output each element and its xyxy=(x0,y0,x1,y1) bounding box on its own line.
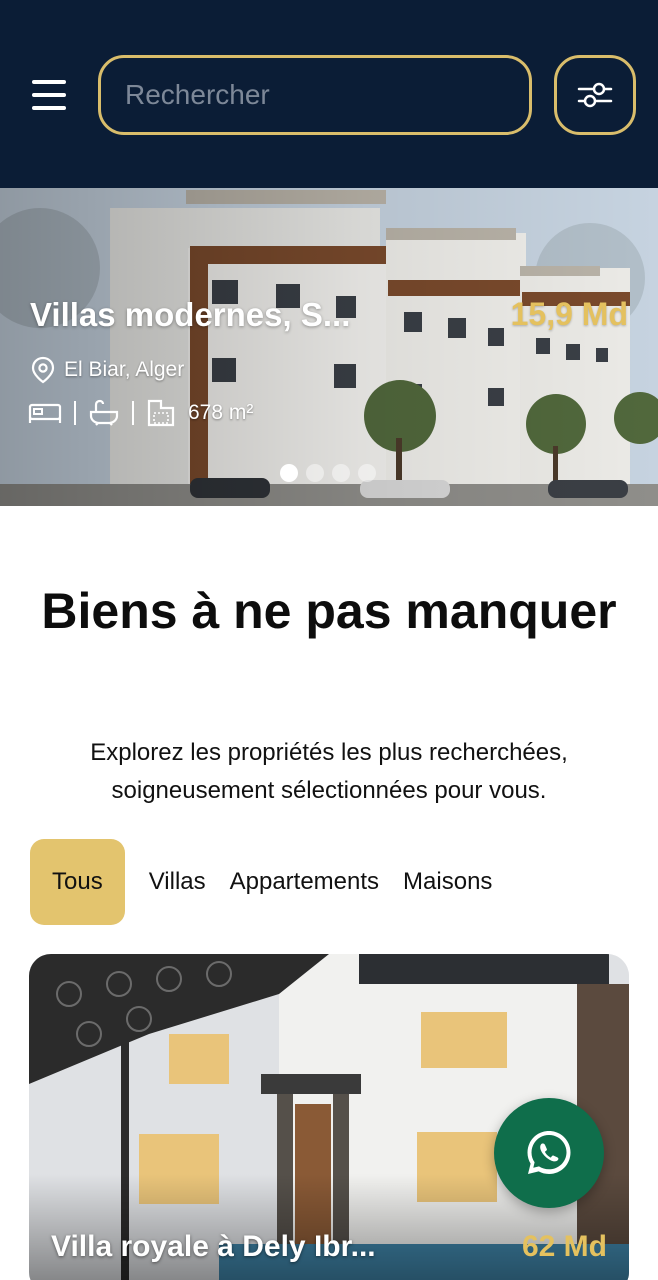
whatsapp-button[interactable] xyxy=(494,1098,604,1208)
hero-features: 678 m² xyxy=(28,398,253,428)
menu-icon-bar xyxy=(32,93,66,97)
menu-icon-bar xyxy=(32,80,66,84)
carousel-dot[interactable] xyxy=(306,464,324,482)
category-tabs: Tous Villas Appartements Maisons xyxy=(30,839,492,925)
tab-villas[interactable]: Villas xyxy=(149,839,206,925)
section-subtitle: Explorez les propriétés les plus recherc… xyxy=(90,739,568,804)
carousel-dot[interactable] xyxy=(358,464,376,482)
hero-overlay xyxy=(0,188,658,506)
whatsapp-icon xyxy=(527,1131,571,1174)
menu-icon-bar xyxy=(32,106,66,110)
hero-title[interactable]: Villas modernes, S... xyxy=(30,296,350,334)
section-title: Biens à ne pas manquer xyxy=(41,583,617,639)
feature-separator xyxy=(74,401,76,425)
tab-appartements[interactable]: Appartements xyxy=(230,839,379,925)
carousel-dots xyxy=(280,464,376,482)
hero-location: El Biar, Alger xyxy=(30,356,184,384)
menu-button[interactable] xyxy=(30,78,70,112)
filter-button[interactable] xyxy=(554,55,636,135)
tab-tous[interactable]: Tous xyxy=(30,839,125,925)
hero-carousel[interactable]: Villas modernes, S... 15,9 Md El Biar, A… xyxy=(0,188,658,506)
sliders-icon xyxy=(577,82,613,108)
card-title[interactable]: Villa royale à Dely Ibr... xyxy=(51,1230,376,1264)
top-app-bar xyxy=(0,0,658,188)
tab-maisons[interactable]: Maisons xyxy=(403,839,492,925)
map-pin-icon xyxy=(31,356,55,384)
hero-area-text: 678 m² xyxy=(188,401,254,424)
search-input[interactable] xyxy=(125,79,529,111)
area-icon xyxy=(147,399,175,427)
hero-location-text: El Biar, Alger xyxy=(64,358,185,381)
carousel-dot[interactable] xyxy=(332,464,350,482)
bath-icon xyxy=(89,399,119,426)
hero-price: 15,9 Md xyxy=(510,296,628,332)
carousel-dot[interactable] xyxy=(280,464,298,482)
feature-separator xyxy=(132,401,134,425)
bed-icon xyxy=(28,403,62,423)
card-price: 62 Md xyxy=(521,1230,607,1263)
search-box[interactable] xyxy=(98,55,532,135)
